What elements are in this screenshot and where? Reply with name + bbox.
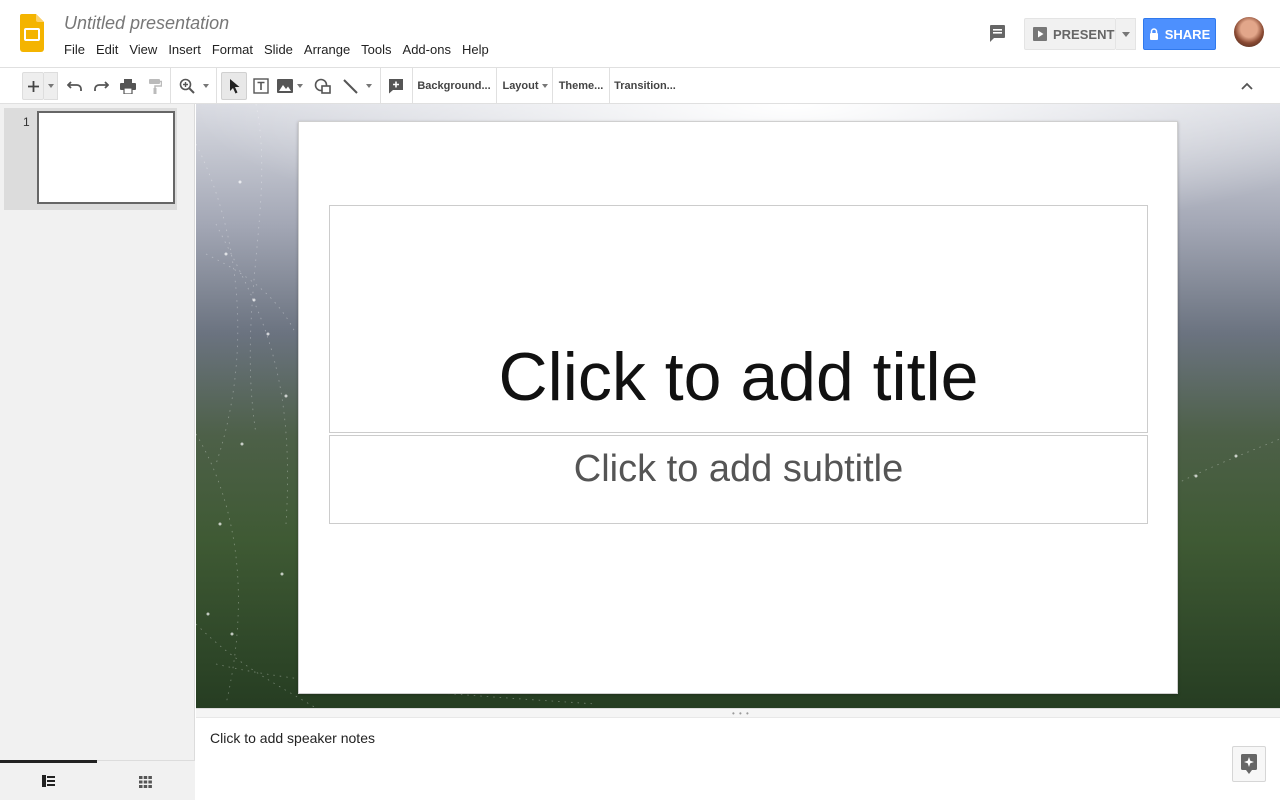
menu-file[interactable]: File xyxy=(60,40,89,59)
share-button[interactable]: SHARE xyxy=(1143,18,1216,50)
menu-format[interactable]: Format xyxy=(208,40,257,59)
plus-icon xyxy=(27,80,39,92)
theme-label: Theme... xyxy=(558,80,604,92)
add-comment-icon xyxy=(389,79,403,94)
redo-button[interactable] xyxy=(90,72,112,100)
undo-button[interactable] xyxy=(64,72,86,100)
menu-insert[interactable]: Insert xyxy=(164,40,205,59)
subtitle-placeholder[interactable]: Click to add subtitle xyxy=(329,435,1148,524)
menu-tools[interactable]: Tools xyxy=(357,40,395,59)
present-options-dropdown[interactable] xyxy=(1116,18,1136,50)
toolbar-separator xyxy=(552,68,553,104)
slide-thumbnail[interactable] xyxy=(37,111,175,204)
present-label: PRESENT xyxy=(1053,26,1115,42)
text-box-icon xyxy=(253,78,269,94)
chevron-down-icon xyxy=(203,84,209,88)
menu-edit[interactable]: Edit xyxy=(92,40,122,59)
chevron-down-icon xyxy=(541,84,548,88)
menu-arrange[interactable]: Arrange xyxy=(300,40,354,59)
speaker-notes-placeholder: Click to add speaker notes xyxy=(210,730,375,746)
paint-format-icon xyxy=(149,79,162,94)
chevron-down-icon xyxy=(297,84,303,88)
explore-icon xyxy=(1241,754,1257,774)
slide-canvas[interactable]: Click to add title Click to add subtitle xyxy=(196,104,1280,708)
menu-slide[interactable]: Slide xyxy=(260,40,297,59)
paint-format-button[interactable] xyxy=(144,72,166,100)
subtitle-placeholder-text: Click to add subtitle xyxy=(573,448,904,490)
background-label: Background... xyxy=(417,80,491,92)
view-switcher xyxy=(0,760,195,800)
header: Untitled presentation File Edit View Ins… xyxy=(0,0,1280,68)
notes-resize-handle[interactable]: • • • xyxy=(196,708,1280,718)
slide[interactable]: Click to add title Click to add subtitle xyxy=(298,121,1178,694)
menu-help[interactable]: Help xyxy=(458,40,493,59)
background-button[interactable]: Background... xyxy=(416,72,492,100)
slide-number: 1 xyxy=(23,115,30,129)
grid-view-tab[interactable] xyxy=(97,762,194,800)
line-dropdown[interactable] xyxy=(363,72,375,100)
speaker-notes[interactable]: Click to add speaker notes xyxy=(196,718,1280,800)
print-button[interactable] xyxy=(117,72,139,100)
line-tool-button[interactable] xyxy=(339,72,361,100)
new-slide-button[interactable] xyxy=(22,72,44,100)
grid-view-icon xyxy=(139,775,152,788)
layout-button[interactable]: Layout xyxy=(500,72,550,100)
menu-addons[interactable]: Add-ons xyxy=(399,40,455,59)
slide-thumbnail-row[interactable]: 1 xyxy=(4,108,177,210)
toolbar: Background... Layout Theme... Transition… xyxy=(0,68,1280,104)
collapse-toolbar-button[interactable] xyxy=(1236,72,1258,100)
toolbar-separator xyxy=(412,68,413,104)
chevron-down-icon xyxy=(47,84,54,88)
chevron-up-icon xyxy=(1241,82,1253,90)
transition-button[interactable]: Transition... xyxy=(613,72,677,100)
image-icon xyxy=(277,79,293,93)
drag-handle-icon: • • • xyxy=(732,709,750,718)
lock-icon xyxy=(1149,28,1158,40)
comments-button[interactable] xyxy=(984,20,1010,46)
title-placeholder-text: Click to add title xyxy=(498,339,979,415)
zoom-button[interactable] xyxy=(176,72,198,100)
new-slide-layout-dropdown[interactable] xyxy=(44,72,58,100)
account-avatar[interactable] xyxy=(1234,17,1264,47)
toolbar-separator xyxy=(380,68,381,104)
image-tool-button[interactable] xyxy=(275,72,295,100)
share-label: SHARE xyxy=(1164,26,1211,42)
filmstrip-view-icon xyxy=(42,775,55,787)
select-tool-button[interactable] xyxy=(221,72,247,100)
chevron-down-icon xyxy=(366,84,372,88)
shape-icon xyxy=(314,78,331,94)
insert-comment-button[interactable] xyxy=(385,72,407,100)
toolbar-separator xyxy=(496,68,497,104)
explore-button[interactable] xyxy=(1232,746,1266,782)
text-box-tool-button[interactable] xyxy=(250,72,272,100)
present-button[interactable]: PRESENT xyxy=(1024,18,1116,50)
slides-app: Untitled presentation File Edit View Ins… xyxy=(0,0,1280,800)
slide-filmstrip: 1 xyxy=(0,104,195,800)
chevron-down-icon xyxy=(1121,31,1130,37)
transition-label: Transition... xyxy=(614,80,676,92)
title-placeholder[interactable]: Click to add title xyxy=(329,205,1148,433)
undo-icon xyxy=(67,81,82,91)
theme-button[interactable]: Theme... xyxy=(556,72,606,100)
line-icon xyxy=(342,78,358,94)
zoom-dropdown[interactable] xyxy=(200,72,212,100)
filmstrip-view-tab[interactable] xyxy=(0,760,97,799)
image-dropdown[interactable] xyxy=(295,72,305,100)
layout-label: Layout xyxy=(502,80,539,92)
shape-tool-button[interactable] xyxy=(311,72,333,100)
toolbar-separator xyxy=(170,68,171,104)
comment-icon xyxy=(990,25,1005,42)
toolbar-separator xyxy=(216,68,217,104)
print-icon xyxy=(120,78,136,94)
document-title[interactable]: Untitled presentation xyxy=(64,13,229,34)
zoom-icon xyxy=(179,78,195,94)
play-icon xyxy=(1033,27,1047,41)
toolbar-separator xyxy=(609,68,610,104)
menu-bar: File Edit View Insert Format Slide Arran… xyxy=(60,40,496,59)
menu-view[interactable]: View xyxy=(125,40,161,59)
cursor-icon xyxy=(229,78,239,93)
redo-icon xyxy=(94,81,109,91)
slides-logo-icon[interactable] xyxy=(20,14,44,52)
